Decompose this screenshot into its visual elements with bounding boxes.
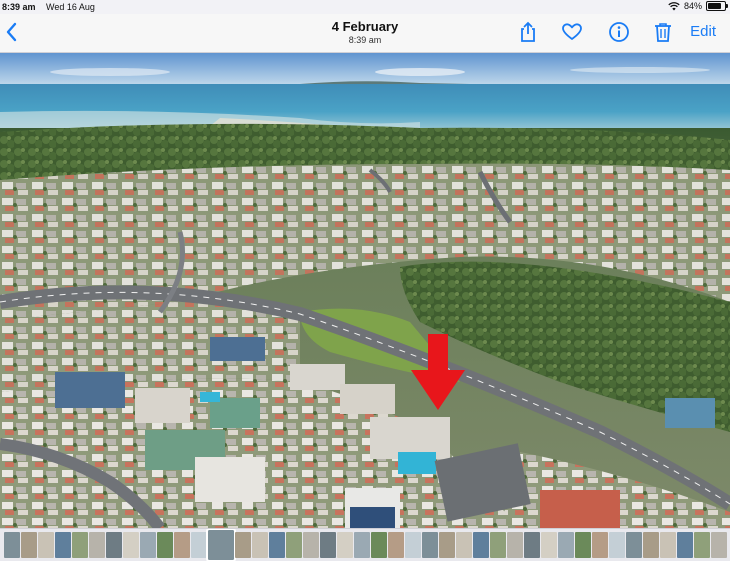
- photo-thumbnail[interactable]: [439, 532, 455, 558]
- status-time: 8:39 am: [2, 2, 36, 12]
- photo-nav-bar: 4 February 8:39 am Edit: [0, 14, 730, 53]
- photo-thumbnail[interactable]: [157, 532, 173, 558]
- photo-thumbnail[interactable]: [21, 532, 37, 558]
- wifi-icon: [668, 1, 680, 10]
- photo-thumbnail[interactable]: [558, 532, 574, 558]
- heart-icon: [562, 23, 582, 40]
- thumbnail-strip[interactable]: [0, 528, 730, 561]
- edit-button[interactable]: Edit: [690, 23, 716, 40]
- photo-thumbnail[interactable]: [473, 532, 489, 558]
- photo-thumbnail[interactable]: [541, 532, 557, 558]
- battery-icon: [706, 1, 728, 11]
- photo-thumbnail[interactable]: [694, 532, 710, 558]
- aerial-photo-image: [0, 52, 730, 528]
- favorite-button[interactable]: [561, 21, 583, 43]
- photo-thumbnail[interactable]: [592, 532, 608, 558]
- delete-button[interactable]: [652, 21, 674, 43]
- photo-thumbnail[interactable]: [72, 532, 88, 558]
- photo-thumbnail[interactable]: [320, 532, 336, 558]
- status-date: Wed 16 Aug: [46, 2, 95, 12]
- info-button[interactable]: [608, 21, 630, 43]
- photo-thumbnail[interactable]: [55, 532, 71, 558]
- photo-thumbnail[interactable]: [269, 532, 285, 558]
- photo-thumbnail[interactable]: [106, 532, 122, 558]
- photo-thumbnail[interactable]: [174, 532, 190, 558]
- photo-thumbnail[interactable]: [89, 532, 105, 558]
- status-bar: 8:39 am Wed 16 Aug 84%: [0, 0, 730, 14]
- photo-thumbnail[interactable]: [422, 532, 438, 558]
- photo-thumbnail[interactable]: [456, 532, 472, 558]
- photo-thumbnail[interactable]: [303, 532, 319, 558]
- photo-thumbnail[interactable]: [123, 532, 139, 558]
- share-button[interactable]: [517, 21, 539, 43]
- photo-thumbnail[interactable]: [524, 532, 540, 558]
- photo-thumbnail[interactable]: [354, 532, 370, 558]
- photo-thumbnail[interactable]: [140, 532, 156, 558]
- photo-thumbnail[interactable]: [507, 532, 523, 558]
- photo-thumbnail[interactable]: [206, 529, 236, 561]
- photo-thumbnail[interactable]: [388, 532, 404, 558]
- battery-percent: 84%: [683, 1, 702, 11]
- trash-icon: [655, 23, 671, 42]
- status-left: 8:39 am Wed 16 Aug: [2, 2, 103, 12]
- status-right: 84%: [668, 1, 728, 11]
- photo-thumbnail[interactable]: [677, 532, 693, 558]
- photo-thumbnail[interactable]: [286, 532, 302, 558]
- photo-thumbnail[interactable]: [660, 532, 676, 558]
- aerial-photo[interactable]: [0, 52, 730, 528]
- photo-thumbnail[interactable]: [337, 532, 353, 558]
- photo-thumbnail[interactable]: [626, 532, 642, 558]
- photo-thumbnail[interactable]: [4, 532, 20, 558]
- photo-thumbnail[interactable]: [252, 532, 268, 558]
- photo-thumbnail[interactable]: [609, 532, 625, 558]
- photo-thumbnail[interactable]: [643, 532, 659, 558]
- info-icon: [609, 22, 629, 42]
- photo-thumbnail[interactable]: [191, 532, 207, 558]
- share-icon: [521, 21, 535, 42]
- photo-thumbnail[interactable]: [235, 532, 251, 558]
- photo-thumbnail[interactable]: [575, 532, 591, 558]
- photo-thumbnail[interactable]: [405, 532, 421, 558]
- photo-thumbnail[interactable]: [711, 532, 727, 558]
- photo-thumbnail[interactable]: [490, 532, 506, 558]
- photo-thumbnail[interactable]: [371, 532, 387, 558]
- photo-thumbnail[interactable]: [38, 532, 54, 558]
- battery-level: [708, 3, 722, 9]
